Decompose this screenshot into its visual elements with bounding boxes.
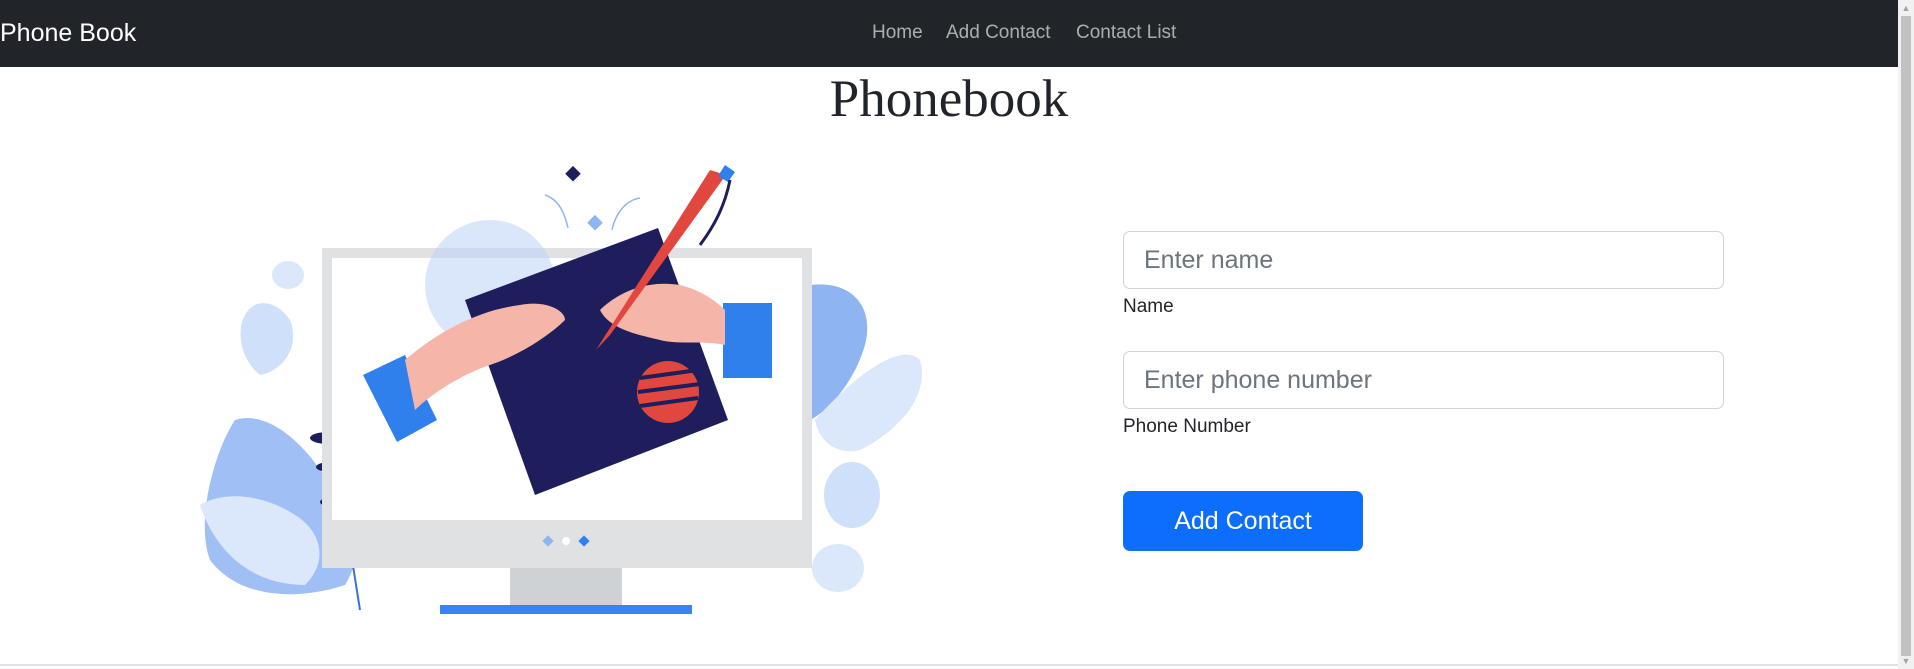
monitor-dot-2 [562, 537, 570, 545]
leaf-right-stripe [824, 462, 880, 528]
leaf-left-stripe [240, 303, 294, 375]
scrollbar-thumb[interactable] [1901, 16, 1911, 656]
brand-link[interactable]: Phone Book [0, 18, 136, 48]
right-sleeve [723, 303, 772, 378]
float-diamond-blue [587, 214, 603, 231]
monitor-neck [510, 568, 622, 606]
scroll-down-icon[interactable]: ▼ [1898, 653, 1914, 669]
leaf-right-small [812, 544, 864, 592]
page-title: Phonebook [829, 70, 1069, 128]
nav-link-contact-list[interactable]: Contact List [1076, 20, 1176, 46]
float-diamond-navy [565, 165, 581, 182]
scroll-up-icon[interactable]: ▲ [1898, 0, 1914, 16]
vertical-scrollbar[interactable]: ▲ ▼ [1898, 0, 1914, 669]
phone-number-input[interactable] [1123, 351, 1724, 409]
name-label: Name [1123, 296, 1174, 317]
computer-illustration [200, 165, 922, 614]
float-arc-2 [611, 197, 641, 231]
footer-divider [0, 664, 1898, 666]
leaf-left-small [272, 261, 304, 289]
nav-link-add-contact[interactable]: Add Contact [946, 20, 1051, 46]
navbar: Phone Book Home Add Contact Contact List [0, 0, 1898, 67]
float-arc-1 [544, 194, 569, 229]
add-contact-button[interactable]: Add Contact [1123, 491, 1363, 551]
name-input[interactable] [1123, 231, 1724, 289]
monitor-base [440, 605, 692, 614]
nav-link-home[interactable]: Home [872, 20, 923, 46]
phone-number-label: Phone Number [1123, 416, 1251, 437]
